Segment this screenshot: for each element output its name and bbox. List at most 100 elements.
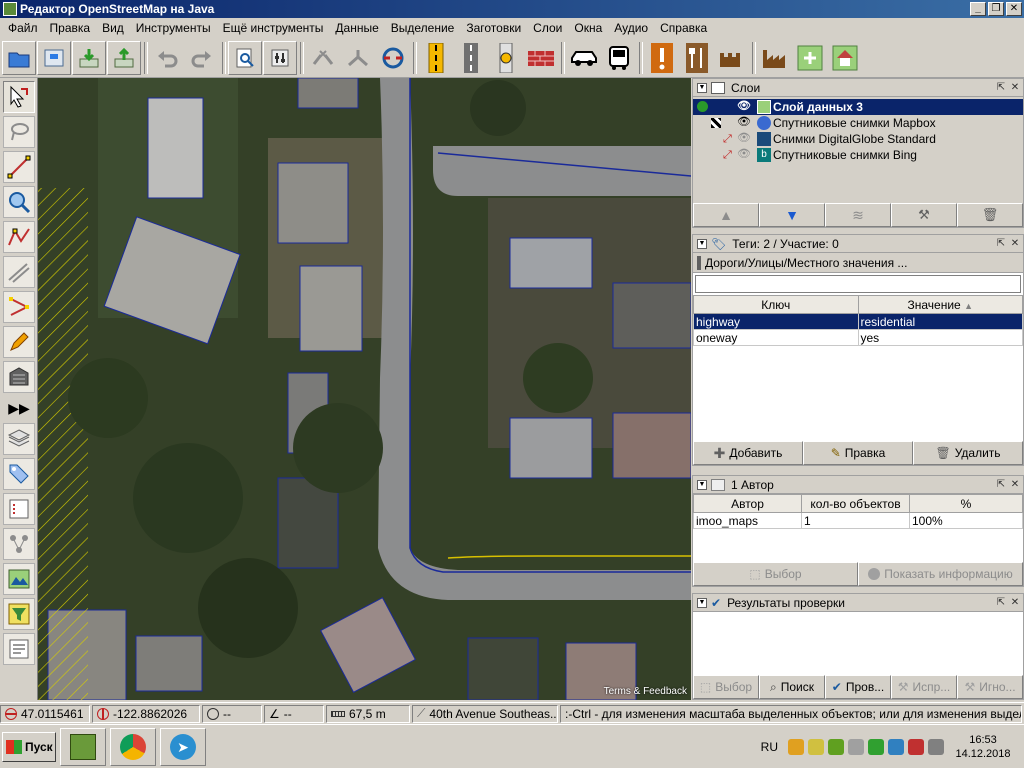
- tag-value[interactable]: residential: [857, 313, 1023, 330]
- minimize-button[interactable]: _: [970, 2, 986, 16]
- open-file-button[interactable]: [2, 40, 36, 75]
- taskbar-telegram-app[interactable]: ➤: [160, 727, 206, 766]
- close-panel-icon[interactable]: ✕: [1009, 82, 1021, 94]
- preset-amenity[interactable]: [828, 41, 862, 75]
- preset-traffic-signals[interactable]: [419, 41, 453, 75]
- author-row[interactable]: imoo_maps 1 100%: [693, 512, 1023, 529]
- preset-industrial[interactable]: [758, 41, 792, 75]
- layer-row[interactable]: ⤢ 👁 Снимки DigitalGlobe Standard: [693, 131, 1023, 147]
- start-button[interactable]: Пуск: [2, 731, 56, 762]
- validation-select-button[interactable]: ⬚ Выбор: [693, 675, 759, 699]
- menu-file[interactable]: Файл: [2, 21, 44, 35]
- map-attribution[interactable]: Terms & Feedback: [604, 686, 687, 697]
- tag-row[interactable]: oneway yes: [693, 329, 1023, 346]
- undo-button[interactable]: [150, 41, 184, 75]
- menu-help[interactable]: Справка: [654, 21, 713, 35]
- delete-tag-button[interactable]: 🗑 Удалить: [913, 441, 1023, 465]
- column-value[interactable]: Значение ▲: [857, 295, 1023, 314]
- visibility-eye-icon[interactable]: 👁: [737, 147, 751, 160]
- menu-audio[interactable]: Аудио: [608, 21, 654, 35]
- zoom-preview-button[interactable]: [228, 40, 262, 75]
- upload-button[interactable]: [107, 40, 141, 75]
- show-info-button[interactable]: Показать информацию: [858, 562, 1023, 586]
- tray-app-icon[interactable]: [788, 738, 804, 755]
- tag-key[interactable]: oneway: [693, 329, 859, 346]
- preset-row[interactable]: Дороги/Улицы/Местного значения ...: [693, 253, 1023, 273]
- menu-edit[interactable]: Правка: [44, 21, 97, 35]
- pin-icon[interactable]: ⇱: [995, 597, 1007, 609]
- preset-barrier[interactable]: [524, 41, 558, 75]
- combine-way-button[interactable]: [341, 41, 375, 75]
- toggle-tags-panel-button[interactable]: [3, 458, 35, 490]
- preset-car[interactable]: [567, 41, 601, 75]
- redo-button[interactable]: [185, 41, 219, 75]
- pin-icon[interactable]: ⇱: [995, 479, 1007, 491]
- map-view[interactable]: Terms & Feedback: [38, 78, 691, 700]
- parallel-tool-button[interactable]: [3, 256, 35, 288]
- validation-search-button[interactable]: ⌕ Поиск: [759, 675, 825, 699]
- layer-row[interactable]: 👁 Спутниковые снимки Mapbox: [693, 115, 1023, 131]
- column-author[interactable]: Автор: [693, 494, 802, 513]
- merge-layer-button[interactable]: ≋: [825, 203, 891, 227]
- select-tool-button[interactable]: [3, 81, 35, 113]
- toggle-history-panel-button[interactable]: [3, 633, 35, 665]
- select-author-objects-button[interactable]: ⬚ Выбор: [693, 562, 858, 586]
- delete-layer-button[interactable]: 🗑: [957, 203, 1023, 227]
- taskbar-josm-app[interactable]: [60, 727, 106, 766]
- preferences-button[interactable]: [263, 40, 297, 75]
- menu-presets[interactable]: Заготовки: [460, 21, 527, 35]
- tag-key[interactable]: highway: [693, 313, 859, 330]
- reverse-way-button[interactable]: [376, 41, 410, 75]
- preset-crossing[interactable]: [489, 41, 523, 75]
- improve-way-tool-button[interactable]: [3, 221, 35, 253]
- collapse-icon[interactable]: ▼: [697, 238, 707, 249]
- preset-warning[interactable]: [645, 41, 679, 75]
- visibility-eye-icon[interactable]: 👁: [737, 131, 751, 144]
- column-count[interactable]: кол-во объектов: [801, 494, 910, 513]
- pin-icon[interactable]: ⇱: [995, 82, 1007, 94]
- lasso-tool-button[interactable]: [3, 116, 35, 148]
- menu-layers[interactable]: Слои: [527, 21, 568, 35]
- column-key[interactable]: Ключ: [693, 295, 859, 314]
- draw-tool-button[interactable]: [3, 151, 35, 183]
- language-indicator[interactable]: RU: [761, 740, 778, 754]
- tray-update-icon[interactable]: [888, 738, 904, 755]
- edit-tag-button[interactable]: ✎ Правка: [803, 441, 913, 465]
- collapse-icon[interactable]: ▼: [697, 82, 707, 93]
- toggle-layers-panel-button[interactable]: [3, 423, 35, 455]
- layer-row[interactable]: ⤢ 👁 b Спутниковые снимки Bing: [693, 147, 1023, 163]
- split-way-button[interactable]: [306, 41, 340, 75]
- menu-windows[interactable]: Окна: [568, 21, 608, 35]
- building-tool-button[interactable]: [3, 361, 35, 393]
- menu-selection[interactable]: Выделение: [385, 21, 461, 35]
- move-layer-up-button[interactable]: ▲: [693, 203, 759, 227]
- menu-more-tools[interactable]: Ещё инструменты: [217, 21, 330, 35]
- toggle-map-paint-panel-button[interactable]: [3, 563, 35, 595]
- visibility-eye-icon[interactable]: 👁: [737, 99, 751, 112]
- toggle-selection-panel-button[interactable]: [3, 493, 35, 525]
- maximize-button[interactable]: ❐: [988, 2, 1004, 16]
- preset-road[interactable]: [454, 41, 488, 75]
- preset-restaurant[interactable]: [680, 41, 714, 75]
- preset-castle[interactable]: [715, 41, 749, 75]
- close-panel-icon[interactable]: ✕: [1009, 238, 1021, 250]
- toggle-filter-panel-button[interactable]: [3, 598, 35, 630]
- close-button[interactable]: ✕: [1006, 2, 1022, 16]
- tray-app-icon[interactable]: [808, 738, 824, 755]
- download-button[interactable]: [72, 40, 106, 75]
- menu-view[interactable]: Вид: [96, 21, 130, 35]
- close-panel-icon[interactable]: ✕: [1009, 479, 1021, 491]
- menu-tools[interactable]: Инструменты: [130, 21, 217, 35]
- pencil-tool-button[interactable]: [3, 326, 35, 358]
- tag-filter-input[interactable]: [695, 275, 1021, 293]
- validation-ignore-button[interactable]: ⚒ Игно...: [957, 675, 1023, 699]
- save-button[interactable]: [37, 40, 71, 75]
- volume-icon[interactable]: [848, 738, 864, 755]
- pin-icon[interactable]: ⇱: [995, 238, 1007, 250]
- close-panel-icon[interactable]: ✕: [1009, 597, 1021, 609]
- collapse-icon[interactable]: ▼: [697, 597, 707, 608]
- layer-row[interactable]: 👁 Слой данных 3: [693, 99, 1023, 115]
- tag-value[interactable]: yes: [857, 329, 1023, 346]
- tag-row[interactable]: highway residential: [693, 313, 1023, 330]
- extrude-tool-button[interactable]: [3, 291, 35, 323]
